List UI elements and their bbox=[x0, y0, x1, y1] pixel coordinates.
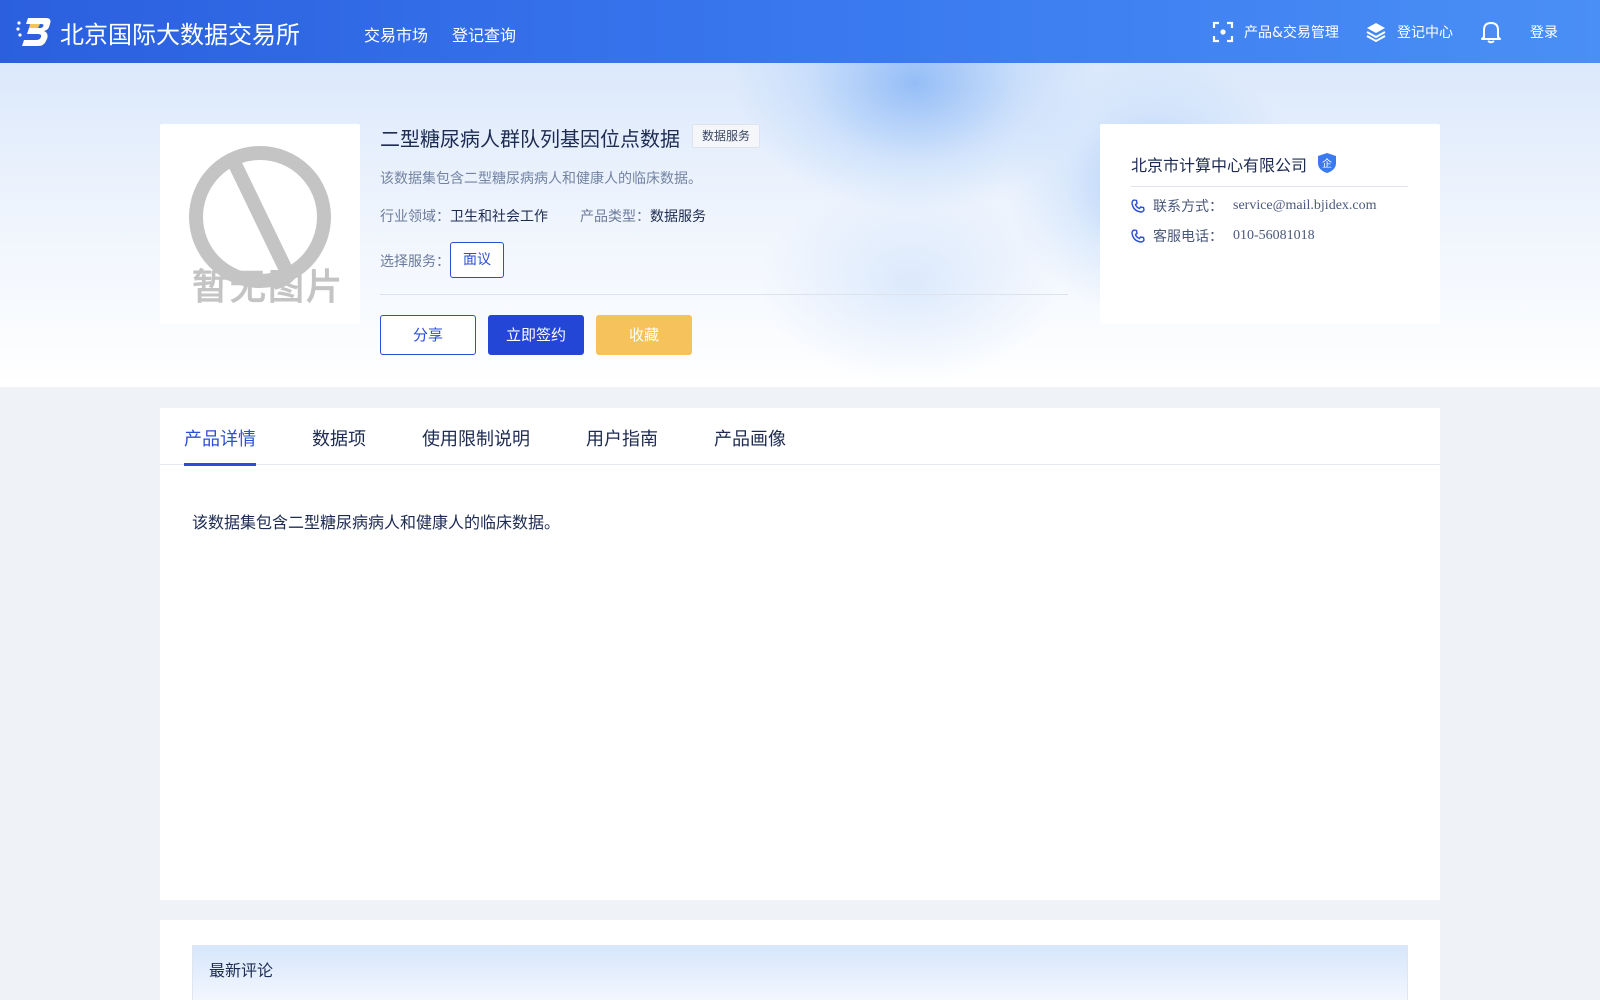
product-detail-text: 该数据集包含二型糖尿病病人和健康人的临床数据。 bbox=[192, 513, 561, 532]
product-tabs-panel bbox=[160, 408, 1440, 900]
tabs-divider bbox=[160, 464, 1440, 465]
brand-title[interactable]: 北京国际大数据交易所 bbox=[60, 15, 300, 50]
top-navigation-bar: 北京国际大数据交易所 交易市场 登记查询 产品&交易管理 登记中心 登录 bbox=[0, 0, 1600, 63]
tab-usage-restrictions[interactable]: 使用限制说明 bbox=[422, 425, 530, 451]
bjidex-logo-icon[interactable] bbox=[16, 14, 52, 48]
phone-value[interactable]: 010-56081018 bbox=[1233, 228, 1315, 244]
notification-button[interactable] bbox=[1480, 18, 1512, 46]
nav-link-registry-query[interactable]: 登记查询 bbox=[452, 22, 516, 46]
share-button[interactable]: 分享 bbox=[380, 315, 476, 355]
tab-data-items[interactable]: 数据项 bbox=[312, 425, 366, 451]
comments-title: 最新评论 bbox=[209, 961, 274, 980]
tab-product-profile[interactable]: 产品画像 bbox=[714, 425, 786, 451]
login-link[interactable]: 登录 bbox=[1530, 18, 1558, 46]
nav-product-trade-management[interactable]: 产品&交易管理 bbox=[1212, 18, 1339, 46]
contact-value[interactable]: service@mail.bjidex.com bbox=[1233, 198, 1377, 214]
phone-label: 客服电话： bbox=[1153, 229, 1223, 245]
product-type-field: 产品类型：数据服务 bbox=[580, 206, 706, 226]
active-tab-indicator bbox=[184, 463, 256, 466]
industry-label: 行业领域： bbox=[380, 209, 450, 225]
login-label: 登录 bbox=[1530, 25, 1558, 41]
industry-field: 行业领域：卫生和社会工作 bbox=[380, 206, 548, 226]
seller-contact-email: 联系方式： service@mail.bjidex.com bbox=[1131, 196, 1377, 216]
phone-icon bbox=[1131, 229, 1145, 243]
seller-divider bbox=[1131, 186, 1408, 187]
product-type-badge: 数据服务 bbox=[692, 124, 761, 148]
seller-name[interactable]: 北京市计算中心有限公司 bbox=[1131, 152, 1307, 176]
bell-icon bbox=[1481, 22, 1501, 44]
industry-value: 卫生和社会工作 bbox=[450, 209, 548, 225]
seller-contact-phone: 客服电话： 010-56081018 bbox=[1131, 226, 1315, 246]
product-title: 二型糖尿病人群队列基因位点数据 bbox=[380, 127, 680, 151]
shield-badge-icon: 企 bbox=[1318, 153, 1336, 173]
tab-product-details[interactable]: 产品详情 bbox=[184, 425, 256, 451]
sign-now-button[interactable]: 立即签约 bbox=[488, 315, 584, 355]
layers-icon bbox=[1366, 23, 1386, 43]
nav-product-trade-management-label: 产品&交易管理 bbox=[1244, 25, 1339, 41]
product-description: 该数据集包含二型糖尿病病人和健康人的临床数据。 bbox=[380, 171, 702, 187]
favorite-button[interactable]: 收藏 bbox=[596, 315, 692, 355]
nav-link-market[interactable]: 交易市场 bbox=[364, 22, 428, 46]
contact-label: 联系方式： bbox=[1153, 199, 1223, 215]
tab-user-guide[interactable]: 用户指南 bbox=[586, 425, 658, 451]
nav-register-center[interactable]: 登记中心 bbox=[1365, 18, 1453, 46]
service-select-label: 选择服务： bbox=[380, 254, 450, 270]
nav-register-center-label: 登记中心 bbox=[1397, 25, 1453, 41]
phone-icon bbox=[1131, 199, 1145, 213]
scan-frame-icon bbox=[1212, 21, 1234, 43]
no-image-text: 暂无图片 bbox=[192, 267, 345, 308]
comments-header bbox=[192, 945, 1408, 1000]
hero-divider bbox=[380, 294, 1068, 295]
enterprise-badge-char: 企 bbox=[1322, 157, 1332, 170]
service-option-negotiable[interactable]: 面议 bbox=[450, 242, 504, 278]
product-type-value: 数据服务 bbox=[650, 209, 706, 225]
product-type-label: 产品类型： bbox=[580, 209, 650, 225]
